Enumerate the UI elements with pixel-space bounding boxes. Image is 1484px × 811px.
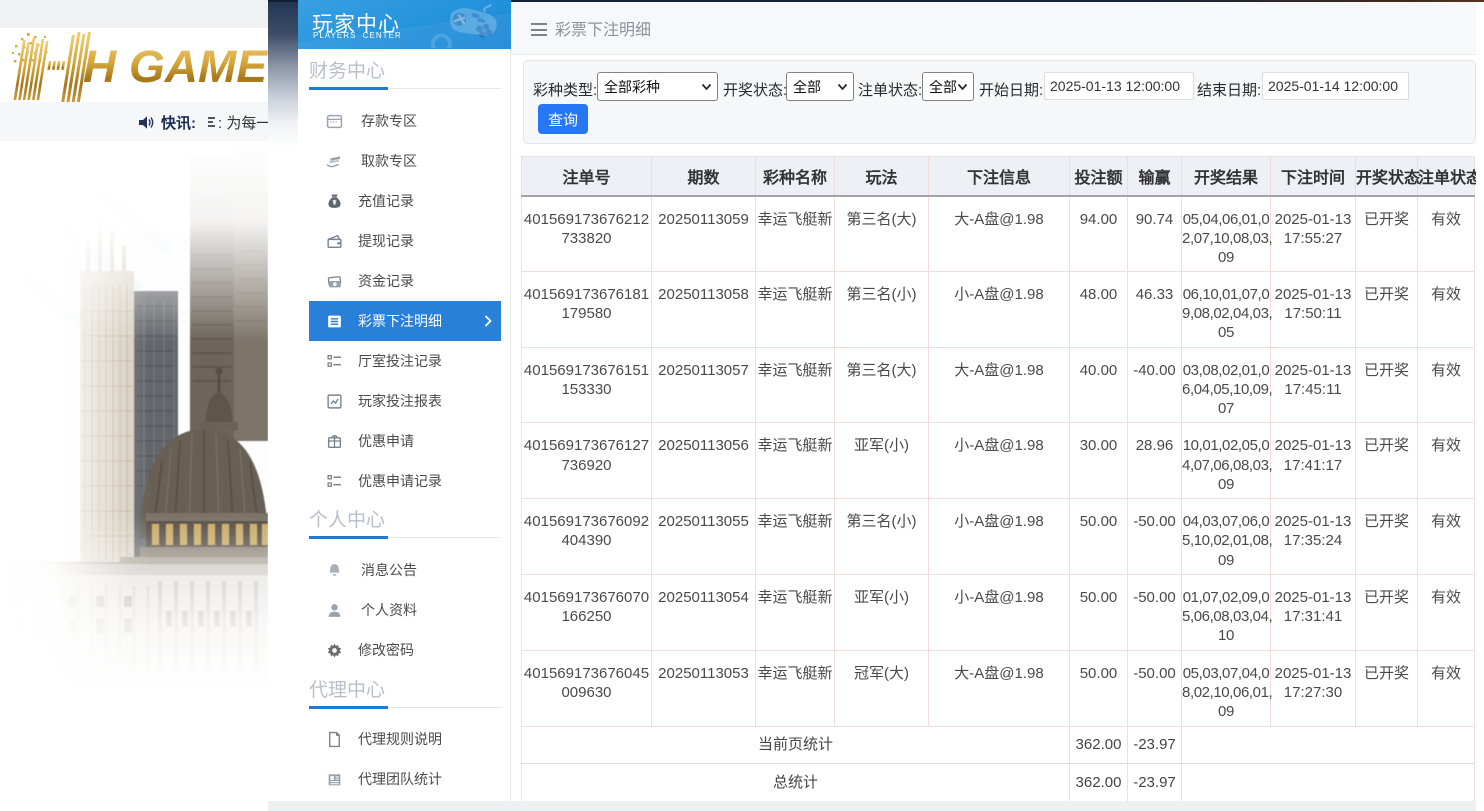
svg-text:H GAME: H GAME — [83, 41, 268, 92]
